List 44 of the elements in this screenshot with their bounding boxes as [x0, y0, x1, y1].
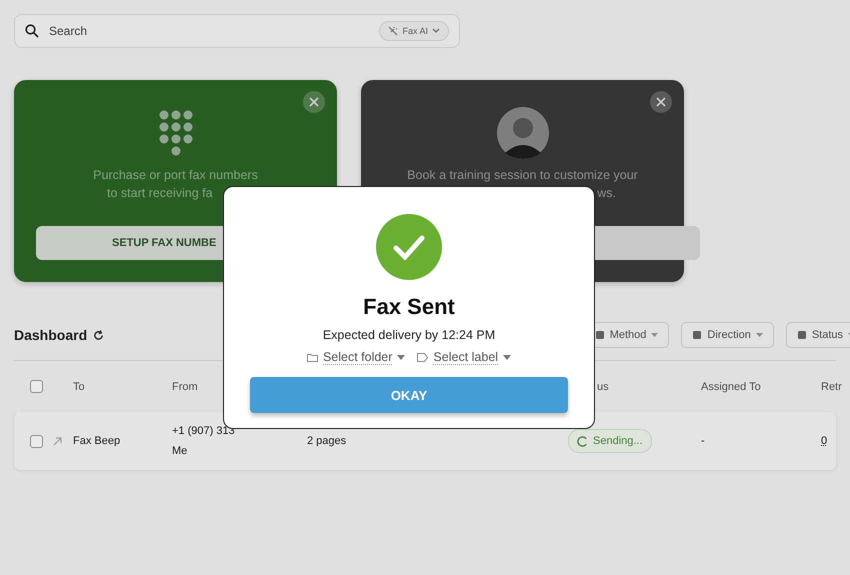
search-field[interactable]: Search — [47, 23, 251, 39]
caret-icon — [651, 333, 658, 337]
row-checkbox[interactable] — [30, 434, 43, 448]
dashboard-title: Dashboard — [14, 327, 88, 343]
delivery-text: Expected delivery by 12:24 PM — [322, 328, 496, 342]
card-text: to start receiving fa — [106, 185, 214, 202]
folder-dropdown[interactable]: Select folder — [306, 350, 406, 365]
card-text: ws. — [596, 185, 617, 202]
spinner-icon — [577, 436, 588, 446]
table-cell-text: Fax Beep — [73, 435, 122, 447]
table-cell-text: 2 pages — [307, 435, 348, 447]
card-text: Book a training session to customize your — [406, 167, 639, 184]
caret-icon — [756, 333, 763, 337]
table-cell-text: Me — [172, 445, 188, 457]
filter-icon — [796, 330, 807, 340]
close-icon — [309, 97, 319, 107]
column-header: To — [73, 380, 86, 392]
status-badge: Sending... — [568, 429, 652, 453]
dialog-title: Fax Sent — [363, 294, 455, 320]
card-text: Purchase or port fax numbers — [92, 167, 259, 184]
magic-wand-icon — [388, 26, 398, 36]
success-check-icon — [376, 214, 442, 280]
filter-icon — [692, 330, 702, 340]
label-dropdown[interactable]: Select label — [417, 350, 512, 365]
refresh-icon[interactable] — [93, 330, 104, 340]
filter-dropdown[interactable]: Status — [786, 322, 850, 348]
ai-button[interactable]: Fax AI — [379, 21, 449, 41]
column-header: From — [172, 380, 199, 392]
close-icon — [656, 97, 666, 107]
folder-icon — [306, 353, 318, 362]
table-cell-text: - — [701, 435, 706, 447]
column-header: Retr — [821, 380, 842, 392]
chevron-down-icon — [432, 28, 440, 34]
select-all-checkbox[interactable] — [30, 380, 43, 393]
filter-dropdown[interactable]: Direction — [681, 322, 774, 348]
keypad-icon — [158, 110, 192, 156]
outgoing-arrow-icon — [53, 436, 62, 446]
tag-icon — [417, 353, 428, 362]
filter-icon — [594, 330, 605, 340]
column-header: Assigned To — [701, 380, 762, 392]
search-icon — [25, 24, 39, 38]
avatar-icon — [496, 107, 548, 159]
table-cell-text: 0 — [821, 435, 828, 447]
column-header: us — [596, 380, 610, 392]
